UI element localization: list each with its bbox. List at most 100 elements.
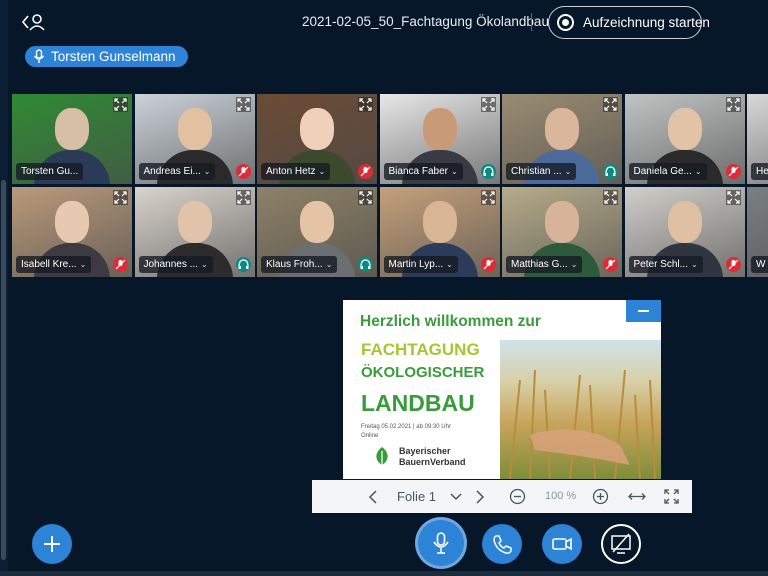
participant-face xyxy=(300,108,334,150)
expand-icon[interactable] xyxy=(113,190,128,205)
webcam-tile[interactable]: Martin Lyp... ⌄ xyxy=(379,187,500,277)
webcam-tile[interactable]: Isabell Kre... ⌄ xyxy=(12,187,132,277)
participant-name: Christian ... xyxy=(511,166,562,177)
expand-icon[interactable] xyxy=(480,190,496,205)
expand-icon[interactable] xyxy=(235,97,251,112)
phone-button[interactable] xyxy=(482,524,522,564)
webcam-tile[interactable]: Torsten Gu... xyxy=(12,94,132,184)
chevron-down-icon: ⌄ xyxy=(564,167,572,176)
webcam-tile[interactable]: Johannes ... ⌄ xyxy=(134,187,255,277)
participant-name: Johannes ... xyxy=(143,259,198,270)
presentation-toolbar: Folie 1 100 % xyxy=(312,480,692,513)
phone-icon xyxy=(493,535,512,554)
screen-share-off-icon xyxy=(611,533,631,554)
fit-width-icon[interactable] xyxy=(628,490,646,503)
expand-icon[interactable] xyxy=(113,97,128,112)
talking-name: Torsten Gunselmann xyxy=(51,49,176,64)
participant-name-tag[interactable]: Martin Lyp... ⌄ xyxy=(383,256,458,273)
headphones-icon xyxy=(603,164,618,179)
minimize-presentation-button[interactable] xyxy=(626,300,661,322)
participant-face xyxy=(667,201,702,243)
webcam-tile[interactable]: Daniela Ge... ⌄ xyxy=(624,94,745,184)
webcam-tile[interactable]: He xyxy=(747,94,768,184)
webcam-tile[interactable]: Andreas Ei... ⌄ xyxy=(134,94,255,184)
participant-name-tag[interactable]: Anton Hetz ⌄ xyxy=(261,163,331,180)
webcam-tile[interactable]: W xyxy=(747,187,768,277)
webcam-tile[interactable]: Bianca Faber ⌄ xyxy=(379,94,500,184)
presentation-slide: Herzlich willkommen zur FACHTAGUNG ÖKOLO… xyxy=(343,300,661,479)
slide-title: Herzlich willkommen zur xyxy=(360,313,541,330)
participant-face xyxy=(55,201,89,243)
camera-button[interactable] xyxy=(542,524,582,564)
participant-name-tag[interactable]: Isabell Kre... ⌄ xyxy=(16,256,92,273)
expand-icon[interactable] xyxy=(725,97,741,112)
webcam-tile[interactable]: Klaus Froh... ⌄ xyxy=(257,187,377,277)
top-bar: 2021-02-05_50_Fachtagung Ökolandbau Aufz… xyxy=(0,0,768,44)
participant-name-tag[interactable]: Matthias G... ⌄ xyxy=(506,256,583,273)
microphone-icon xyxy=(33,49,45,63)
bottom-scrollbar[interactable] xyxy=(0,571,768,576)
chevron-down-icon: ⌄ xyxy=(318,167,326,176)
expand-icon[interactable] xyxy=(358,190,373,205)
participant-name-tag[interactable]: Christian ... ⌄ xyxy=(506,163,577,180)
participant-name: Isabell Kre... xyxy=(21,259,77,270)
plus-icon xyxy=(44,536,60,552)
participant-name-tag[interactable]: Daniela Ge... ⌄ xyxy=(628,163,707,180)
participant-face xyxy=(177,108,212,150)
expand-icon[interactable] xyxy=(480,97,496,112)
chevron-down-icon: ⌄ xyxy=(325,260,333,269)
expand-icon[interactable] xyxy=(603,190,618,205)
slide-number-label[interactable]: Folie 1 xyxy=(397,480,436,513)
webcam-grid: Torsten Gu... Andreas Ei... ⌄ Anton Hetz ⌄ Bi… xyxy=(12,94,768,278)
participant-name-tag[interactable]: Johannes ... ⌄ xyxy=(138,256,213,273)
webcam-tile[interactable]: Matthias G... ⌄ xyxy=(502,187,622,277)
screen-share-button[interactable] xyxy=(601,524,641,564)
webcam-tile[interactable]: Anton Hetz ⌄ xyxy=(257,94,377,184)
chevron-left-icon[interactable] xyxy=(368,489,378,505)
left-panel-scrollbar[interactable] xyxy=(0,0,8,576)
minus-circle-icon[interactable] xyxy=(509,488,526,505)
webcam-tile[interactable]: Christian ... ⌄ xyxy=(502,94,622,184)
chevron-down-icon[interactable] xyxy=(450,492,462,501)
headphones-icon xyxy=(235,257,251,272)
participant-name: Torsten Gu... xyxy=(21,166,79,177)
participant-name-tag[interactable]: W xyxy=(751,256,768,273)
bauernverband-logo xyxy=(376,447,388,465)
participant-name: Bianca Faber xyxy=(388,166,448,177)
participant-face xyxy=(300,201,334,243)
record-button[interactable]: Aufzeichnung starten xyxy=(548,6,710,39)
scrollbar-thumb[interactable] xyxy=(1,180,6,560)
participant-name-tag[interactable]: He xyxy=(751,163,768,180)
headphones-icon xyxy=(480,164,496,179)
wheat-field-image xyxy=(500,340,661,479)
meeting-title: 2021-02-05_50_Fachtagung Ökolandbau xyxy=(302,14,549,29)
actions-plus-button[interactable] xyxy=(32,524,72,564)
expand-icon[interactable] xyxy=(235,190,251,205)
webcam-tile[interactable]: Peter Schl... ⌄ xyxy=(624,187,745,277)
participant-face xyxy=(545,201,579,243)
plus-circle-icon[interactable] xyxy=(592,488,609,505)
chevron-right-icon[interactable] xyxy=(475,489,485,505)
participant-face xyxy=(177,201,212,243)
expand-icon[interactable] xyxy=(725,190,741,205)
microphone-icon xyxy=(433,532,449,554)
slide-heading-3: LANDBAU xyxy=(361,390,475,416)
participant-name-tag[interactable]: Andreas Ei... ⌄ xyxy=(138,163,216,180)
participant-face xyxy=(422,108,457,150)
muted-microphone-icon xyxy=(113,257,128,272)
participant-name-tag[interactable]: Peter Schl... ⌄ xyxy=(628,256,703,273)
slide-heading-1: FACHTAGUNG xyxy=(361,340,480,359)
expand-icon[interactable] xyxy=(358,97,373,112)
users-toggle-button[interactable] xyxy=(20,10,50,34)
participant-name-tag[interactable]: Bianca Faber ⌄ xyxy=(383,163,463,180)
participant-name: W xyxy=(756,259,766,270)
participant-name-tag[interactable]: Torsten Gu... xyxy=(16,163,84,180)
participant-name-tag[interactable]: Klaus Froh... ⌄ xyxy=(261,256,338,273)
fullscreen-icon[interactable] xyxy=(664,489,679,504)
microphone-button[interactable] xyxy=(418,520,464,566)
chevron-down-icon: ⌄ xyxy=(694,167,702,176)
record-label: Aufzeichnung starten xyxy=(583,15,710,30)
talking-indicator[interactable]: Torsten Gunselmann xyxy=(25,46,188,67)
expand-icon[interactable] xyxy=(603,97,618,112)
chevron-down-icon: ⌄ xyxy=(446,260,453,269)
